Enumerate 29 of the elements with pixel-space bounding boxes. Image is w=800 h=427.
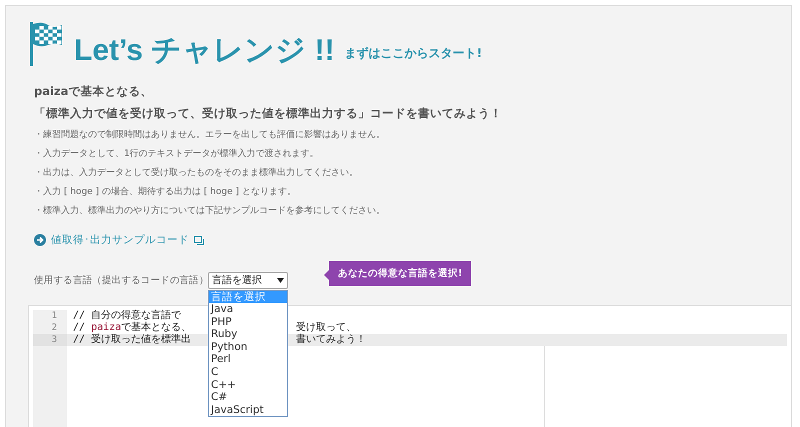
hint-tooltip: あなたの得意な言語を選択!	[324, 260, 472, 286]
language-option[interactable]: PHP	[209, 316, 287, 328]
note-text: ・標準入力、標準出力のやり方については下記サンプルコードを参考にしてください。	[34, 204, 386, 217]
language-option[interactable]: Perl	[209, 353, 287, 366]
language-option[interactable]: Ruby	[209, 328, 287, 341]
note-text: ・練習問題なので制限時間はありません。エラーを出しても評価に影響はありません。	[34, 128, 386, 141]
lead-text: paizaで基本となる、	[34, 84, 154, 99]
language-label: 使用する言語（提出するコードの言語）	[34, 274, 208, 286]
page-subtitle: まずはここからスタート!	[344, 45, 482, 62]
language-option[interactable]: C#	[209, 391, 287, 404]
code-text: // 自分の得意な言語で	[72, 310, 182, 322]
language-option[interactable]: C++	[209, 378, 287, 392]
note-text: ・入力データとして、1行のテキストデータが標準入力で渡されます。	[34, 148, 320, 160]
page-title: Let’s チャレンジ !!	[74, 36, 335, 66]
code-text: // paizaで基本となる、	[72, 322, 192, 334]
code-text: 受け取って、	[295, 322, 357, 334]
lead-text: 「標準入力で値を受け取って、受け取った値を標準出力する」コードを書いてみよう！	[34, 106, 503, 121]
note-text: ・入力 [ hoge ] の場合、期待する出力は [ hoge ] となります。	[34, 186, 297, 198]
code-text: // 受け取った値を標準出	[72, 334, 192, 346]
language-option[interactable]: JavaScript	[209, 404, 287, 416]
line-number: 3	[33, 334, 67, 346]
language-select[interactable]: 言語を選択	[208, 272, 288, 288]
language-option[interactable]: Python	[209, 340, 287, 354]
line-number: 2	[33, 322, 67, 334]
line-number: 1	[33, 310, 67, 322]
note-text: ・出力は、入力データとして受け取ったものをそのまま標準出力してください。	[34, 166, 359, 179]
language-option[interactable]: Java	[209, 303, 287, 316]
language-option[interactable]: C	[209, 366, 287, 379]
code-text: 書いてみよう！	[295, 334, 367, 346]
